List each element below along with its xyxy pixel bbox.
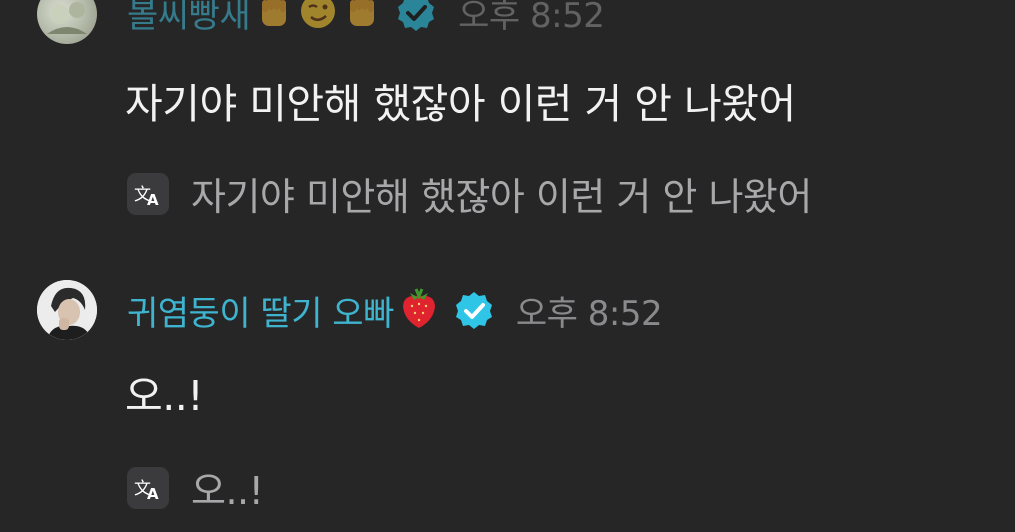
avatar-image: [47, 2, 87, 34]
translate-icon: 文 A: [127, 172, 169, 215]
svg-text:A: A: [147, 191, 159, 209]
message-header: 귀염둥이 딸기 오빠 오후 8:52: [127, 286, 663, 335]
verified-badge-icon: [454, 290, 494, 330]
translate-icon: 文 A: [127, 466, 169, 509]
avatar[interactable]: [37, 0, 97, 44]
translation-text: 오..!: [191, 469, 264, 513]
svg-text:A: A: [147, 485, 159, 503]
message-time: 오후 8:52: [515, 293, 663, 334]
avatar-image: [37, 280, 97, 340]
verified-badge-icon: [396, 0, 436, 32]
message-translation[interactable]: 文 A 자기야 미안해 했잖아 이런 거 안 나왔어: [127, 166, 812, 221]
avatar[interactable]: [37, 280, 97, 340]
winking-face-emoji-icon: [298, 0, 338, 34]
sender-name[interactable]: 귀염둥이 딸기 오빠: [127, 286, 394, 335]
message-translation[interactable]: 文 A 오..!: [127, 460, 264, 515]
strawberry-emoji-icon: [398, 286, 440, 334]
message-time: 오후 8:52: [458, 0, 605, 36]
chat-screen: 볼씨빵새 오후 8:52 자기야 미안해 했잖아 이런 거 안 나왔어 文 A …: [0, 0, 1015, 532]
message-header: 볼씨빵새 오후 8:52: [127, 0, 605, 37]
message-text: 자기야 미안해 했잖아 이런 거 안 나왔어: [125, 80, 796, 128]
raised-fist-emoji-icon: [342, 0, 382, 34]
message-text: 오..!: [125, 372, 204, 420]
sender-name[interactable]: 볼씨빵새: [127, 0, 251, 37]
translation-text: 자기야 미안해 했잖아 이런 거 안 나왔어: [191, 175, 812, 219]
raised-fist-emoji-icon: [254, 0, 294, 34]
